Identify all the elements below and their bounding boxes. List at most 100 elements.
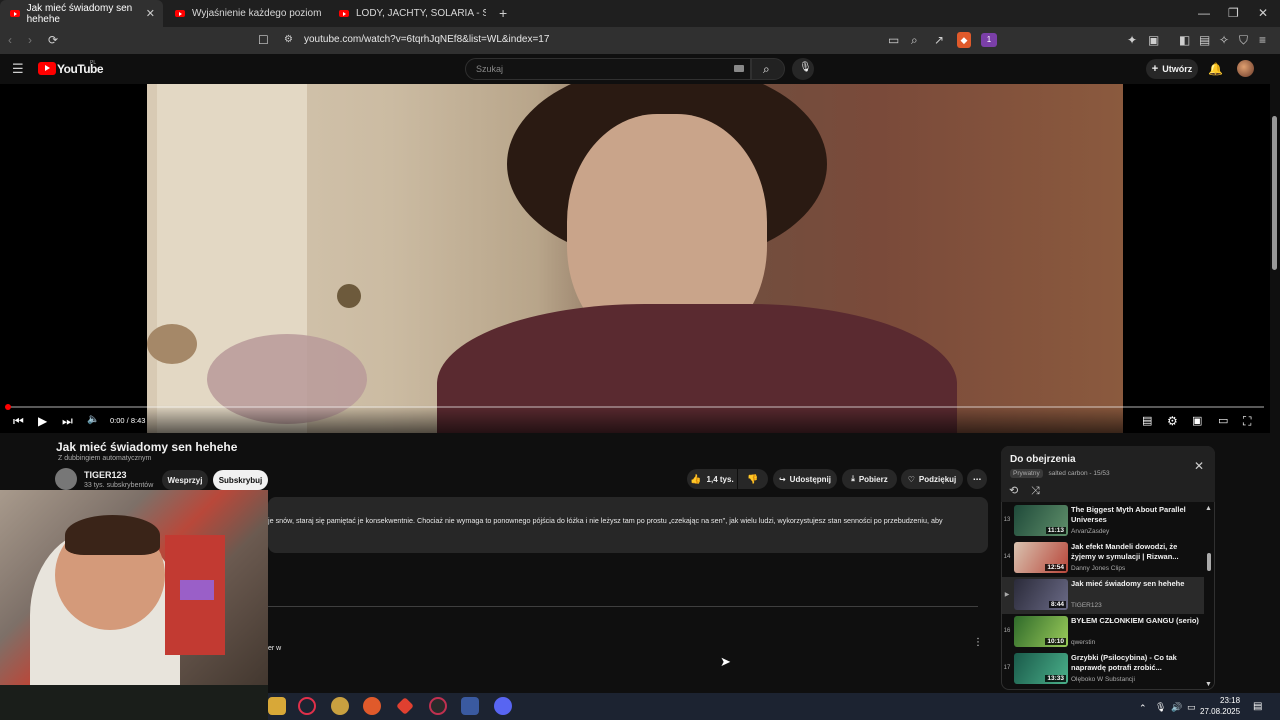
new-tab-button[interactable]: + xyxy=(499,6,507,20)
playlist-thumbnail[interactable]: 11:13 xyxy=(1014,505,1068,536)
search-box[interactable]: Szukaj xyxy=(465,58,751,80)
playlist-item-title[interactable]: Grzybki (Psilocybina) - Co tak naprawdę … xyxy=(1071,653,1201,673)
close-window-icon[interactable]: ✕ xyxy=(1258,7,1268,19)
tray-chevron-icon[interactable]: ⌃ xyxy=(1139,702,1147,714)
minimize-icon[interactable]: — xyxy=(1198,7,1210,19)
url-field[interactable]: youtube.com/watch?v=6tqrhJqNEf8&list=WL&… xyxy=(304,34,549,45)
bookmark-icon[interactable]: ☐ xyxy=(258,34,269,46)
system-clock[interactable]: 23:18 27.08.2025 xyxy=(1200,695,1240,717)
playlist-thumbnail[interactable]: 13:33 xyxy=(1014,653,1068,684)
playlist-scrollbar-thumb[interactable] xyxy=(1207,553,1211,571)
subtitles-icon[interactable]: ▤ xyxy=(1142,414,1152,427)
playlist-item[interactable]: 17 13:33 Grzybki (Psilocybina) - Co tak … xyxy=(1002,651,1204,688)
brave-shield-icon[interactable]: ◆ xyxy=(957,32,971,48)
playlist-meta: Prywatny salted carbon - 15/53 xyxy=(1010,469,1110,478)
settings-icon[interactable]: ⚙ xyxy=(1167,414,1178,428)
shuffle-icon[interactable]: ⤨ xyxy=(1031,485,1040,497)
notification-center-icon[interactable]: ▤ xyxy=(1253,701,1262,713)
playlist-item-current[interactable]: ▶ 8:44 Jak mieć świadomy sen hehehe TIGE… xyxy=(1002,577,1204,614)
file-explorer-icon[interactable] xyxy=(268,697,286,715)
playlist-item-title[interactable]: The Biggest Myth About Parallel Universe… xyxy=(1071,505,1201,525)
share-button[interactable]: ↪ Udostępnij xyxy=(773,469,837,489)
progress-scrubber[interactable] xyxy=(5,404,11,410)
channel-avatar[interactable] xyxy=(55,468,77,490)
description-box[interactable] xyxy=(268,497,988,553)
youtube-logo-text[interactable]: YouTube xyxy=(57,62,104,76)
fullscreen-icon[interactable]: ⛶ xyxy=(1243,414,1251,429)
channel-name[interactable]: TIGER123 xyxy=(84,470,127,480)
download-button[interactable]: ⤓ Pobierz xyxy=(842,469,897,489)
keyboard-icon[interactable] xyxy=(734,65,744,72)
create-button[interactable]: + Utwórz xyxy=(1146,59,1198,79)
progress-bar[interactable] xyxy=(8,406,1264,408)
playlist-item-title[interactable]: BYŁEM CZŁONKIEM GANGU (serio) xyxy=(1071,616,1201,626)
thanks-button[interactable]: ♡ Podziękuj xyxy=(901,469,963,489)
previous-icon[interactable]: ⏮ xyxy=(13,414,24,429)
playlist-item-title[interactable]: Jak mieć świadomy sen hehehe xyxy=(1071,579,1201,589)
page-scrollbar-thumb[interactable] xyxy=(1272,116,1277,270)
forward-icon[interactable]: › xyxy=(28,34,32,46)
theater-mode-icon[interactable]: ▭ xyxy=(1218,414,1228,427)
dislike-button[interactable]: 👎 xyxy=(738,469,768,489)
more-vertical-icon[interactable]: ⋮ xyxy=(973,637,983,648)
playlist-thumbnail[interactable]: 8:44 xyxy=(1014,579,1068,610)
duration-badge: 11:13 xyxy=(1045,527,1066,534)
webcam-desk xyxy=(0,685,268,720)
menu-icon[interactable]: ≡ xyxy=(1259,34,1266,46)
notifications-icon[interactable]: 🔔 xyxy=(1208,63,1223,75)
youtube-logo-icon[interactable] xyxy=(38,62,56,75)
volume-tray-icon[interactable]: 🔊 xyxy=(1171,701,1182,713)
play-icon[interactable]: ▶ xyxy=(38,414,47,428)
app-icon[interactable] xyxy=(331,697,349,715)
tab-3[interactable]: LODY, JACHTY, SOLARIA - SYMBOLE xyxy=(329,0,495,27)
close-playlist-icon[interactable]: ✕ xyxy=(1194,460,1204,472)
account-avatar[interactable] xyxy=(1237,60,1254,77)
tab-active[interactable]: Jak mieć świadomy sen hehehe ✕ xyxy=(0,0,163,27)
sidebar-icon[interactable]: ◧ xyxy=(1179,34,1190,46)
volume-icon[interactable]: 🔈 xyxy=(87,414,99,425)
site-info-icon[interactable]: ⚙ xyxy=(284,34,293,46)
next-icon[interactable]: ⏭ xyxy=(62,414,73,429)
more-actions-button[interactable]: ⋯ xyxy=(967,469,987,489)
playlist-item-title[interactable]: Jak efekt Mandeli dowodzi, że żyjemy w s… xyxy=(1071,542,1201,562)
discord-icon[interactable] xyxy=(494,697,512,715)
reload-icon[interactable]: ⟳ xyxy=(48,34,58,46)
shield-icon[interactable]: ⛉ xyxy=(1239,34,1248,46)
voice-search-button[interactable]: 🎙 xyxy=(792,58,814,80)
cast-icon[interactable]: ▭ xyxy=(888,34,899,46)
support-button[interactable]: Wesprzyj xyxy=(162,470,208,490)
brave-icon[interactable] xyxy=(363,697,381,715)
extensions-icon[interactable]: ✦ xyxy=(1127,34,1137,46)
search-button[interactable]: ⌕ xyxy=(751,58,785,80)
share-icon[interactable]: ↗ xyxy=(934,34,944,46)
microphone-tray-icon[interactable]: 🎙 xyxy=(1155,701,1166,713)
vpn-icon[interactable]: ▤ xyxy=(1199,34,1210,46)
back-icon[interactable]: ‹ xyxy=(8,34,12,46)
scroll-down-icon[interactable]: ▼ xyxy=(1205,679,1212,691)
playlist-thumbnail[interactable]: 12:54 xyxy=(1014,542,1068,573)
close-tab-icon[interactable]: ✕ xyxy=(146,7,155,20)
tab-2[interactable]: Wyjaśnienie każdego poziomu duch xyxy=(165,0,325,27)
rewards-icon[interactable]: 1 xyxy=(981,33,997,47)
restore-icon[interactable]: ❐ xyxy=(1228,7,1239,19)
playlist-title[interactable]: Do obejrzenia xyxy=(1010,454,1076,465)
search-input[interactable]: Szukaj xyxy=(476,64,503,74)
subscribe-button[interactable]: Subskrybuj xyxy=(213,470,268,490)
network-tray-icon[interactable]: ▭ xyxy=(1187,701,1196,713)
opera-icon[interactable] xyxy=(298,697,316,715)
miniplayer-icon[interactable]: ▣ xyxy=(1192,414,1202,427)
scroll-up-icon[interactable]: ▲ xyxy=(1205,503,1212,515)
playlist-item[interactable]: 13 11:13 The Biggest Myth About Parallel… xyxy=(1002,503,1204,540)
leo-icon[interactable]: ✧ xyxy=(1219,34,1229,46)
app-icon[interactable] xyxy=(461,697,479,715)
loop-icon[interactable]: ⟲ xyxy=(1009,485,1018,497)
video-frame[interactable] xyxy=(147,84,1123,433)
like-button[interactable]: 👍 1,4 tys. xyxy=(687,469,737,489)
playlist-item[interactable]: 14 12:54 Jak efekt Mandeli dowodzi, że ż… xyxy=(1002,540,1204,577)
zoom-icon[interactable]: ⌕ xyxy=(911,34,918,46)
obs-icon[interactable] xyxy=(429,697,447,715)
wallet-icon[interactable]: ▣ xyxy=(1148,34,1159,46)
playlist-thumbnail[interactable]: 10:10 xyxy=(1014,616,1068,647)
playlist-item[interactable]: 16 10:10 BYŁEM CZŁONKIEM GANGU (serio) q… xyxy=(1002,614,1204,651)
hamburger-menu-icon[interactable]: ☰ xyxy=(12,62,24,75)
